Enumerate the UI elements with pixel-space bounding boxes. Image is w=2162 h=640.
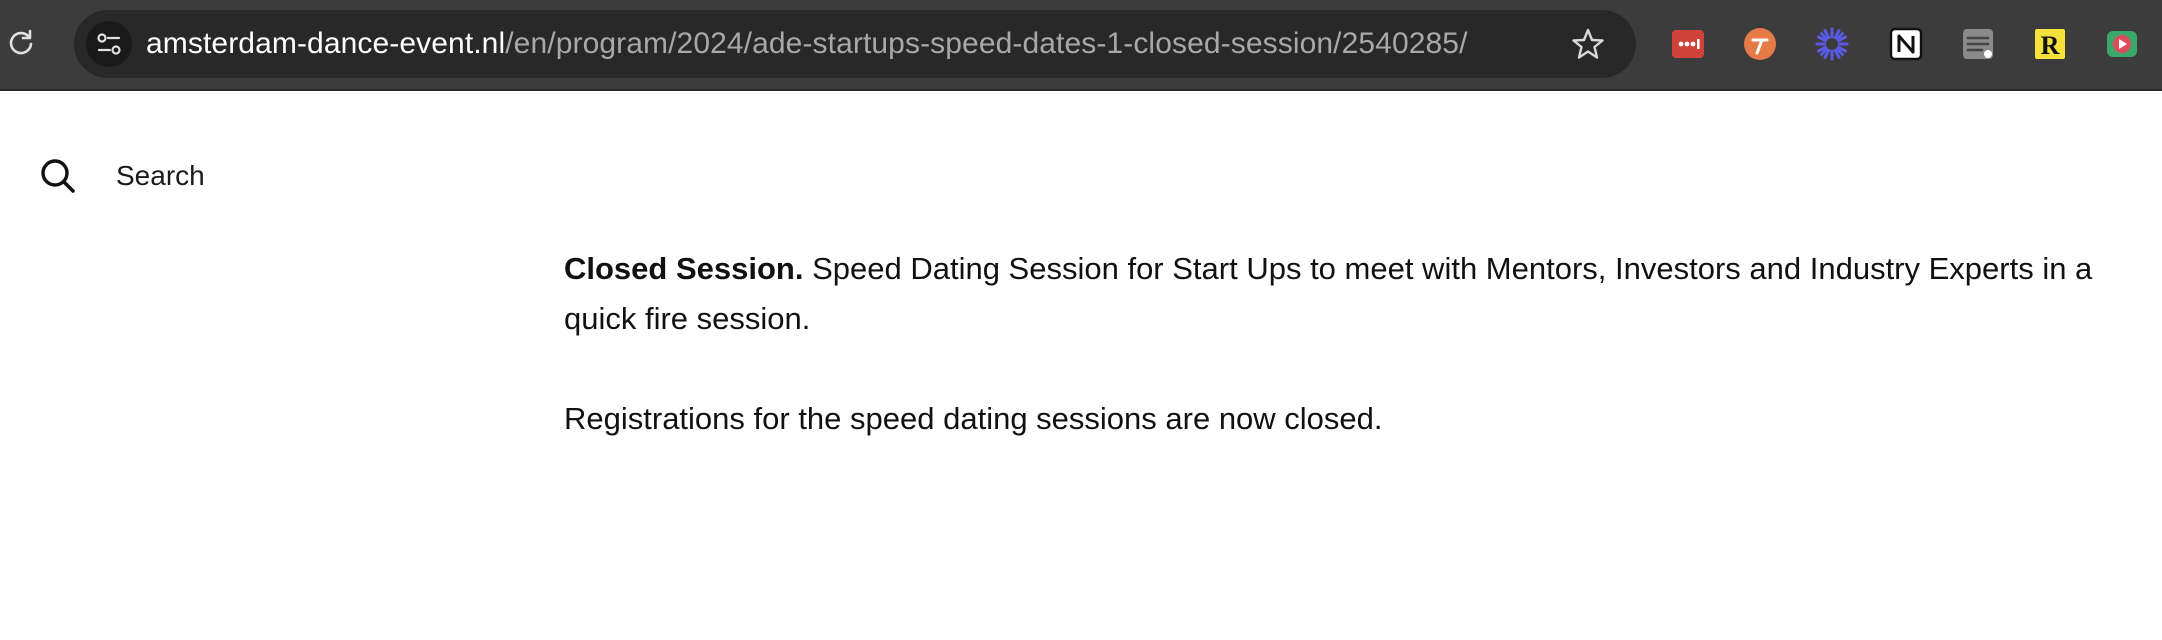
url-domain: amsterdam-dance-event.nl xyxy=(146,27,506,60)
browser-toolbar: amsterdam-dance-event.nl/en/program/2024… xyxy=(0,0,2162,91)
video-extension-icon[interactable] xyxy=(2104,26,2140,62)
asterisk-extension-icon[interactable] xyxy=(1814,26,1850,62)
search-label[interactable]: Search xyxy=(116,156,205,196)
address-bar[interactable]: amsterdam-dance-event.nl/en/program/2024… xyxy=(74,10,1636,78)
r-extension-icon[interactable]: R xyxy=(2032,26,2068,62)
notion-extension-icon[interactable] xyxy=(1888,26,1924,62)
description-paragraph: Closed Session. Speed Dating Session for… xyxy=(564,244,2134,344)
tune-icon xyxy=(97,33,121,55)
site-info-button[interactable] xyxy=(86,21,132,67)
closed-session-heading: Closed Session. xyxy=(564,251,804,286)
search-icon[interactable] xyxy=(38,156,78,196)
bookmark-star-icon[interactable] xyxy=(1570,26,1606,62)
session-description: Closed Session. Speed Dating Session for… xyxy=(564,244,2134,494)
url-text[interactable]: amsterdam-dance-event.nl/en/program/2024… xyxy=(146,10,1468,78)
todoist-extension-icon[interactable] xyxy=(1670,26,1706,62)
stack-extension-icon[interactable] xyxy=(1960,26,1996,62)
url-path: /en/program/2024/ade-startups-speed-date… xyxy=(505,27,1468,60)
registration-notice: Registrations for the speed dating sessi… xyxy=(564,401,1383,436)
svg-text:R: R xyxy=(2041,31,2060,60)
toggl-extension-icon[interactable] xyxy=(1742,26,1778,62)
reload-icon[interactable] xyxy=(6,28,36,58)
